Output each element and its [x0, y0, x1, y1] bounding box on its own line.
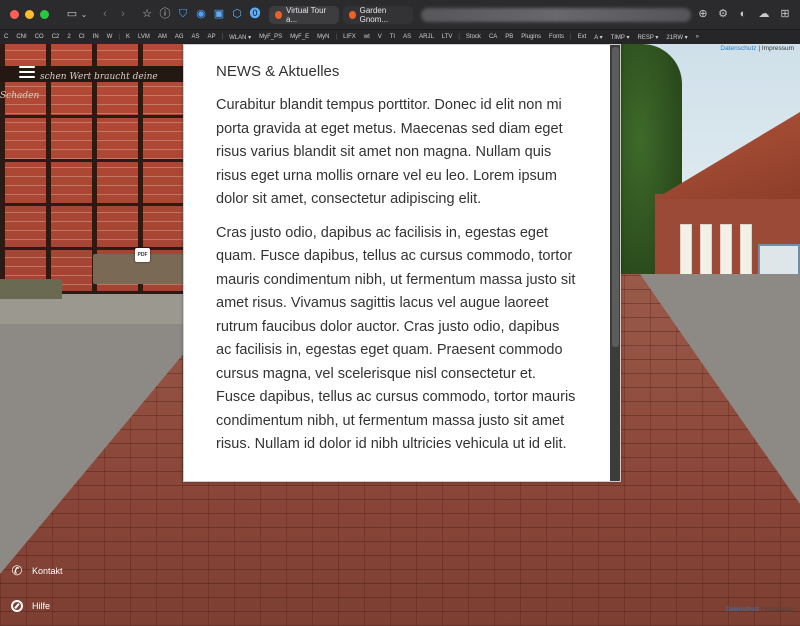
- compass-icon: [10, 599, 24, 613]
- fire-icon: [275, 10, 283, 19]
- window-controls: [10, 10, 49, 19]
- bookmark-item[interactable]: LTV: [438, 34, 457, 40]
- bookmark-item[interactable]: CO: [31, 34, 48, 40]
- impressum-link[interactable]: Impressum: [764, 607, 794, 613]
- chevron-down-icon[interactable]: ⌄: [79, 10, 89, 19]
- fire-icon: [349, 10, 356, 19]
- bookmark-item[interactable]: A ▾: [590, 34, 606, 41]
- news-title: NEWS & Aktuelles: [216, 63, 340, 80]
- bookmark-item[interactable]: C2: [48, 34, 64, 40]
- bookmark-item[interactable]: V: [374, 34, 386, 40]
- bookmark-item[interactable]: Stock: [462, 34, 485, 40]
- bookmark-item[interactable]: LIFX: [339, 34, 360, 40]
- browser-toolbar: ▭ ⌄ ‹ › ☆ ⓘ ⛉ ◉ ▣ ⬡ ⓿ Virtual Tour a... …: [0, 0, 800, 30]
- impressum-link[interactable]: Impressum: [762, 45, 794, 52]
- news-paragraph: Curabitur blandit tempus porttitor. Done…: [216, 97, 563, 207]
- bookmark-item[interactable]: Ext: [574, 34, 591, 40]
- bookmark-item[interactable]: TIMP ▾: [607, 34, 634, 41]
- tab-label: Virtual Tour a...: [286, 5, 327, 24]
- bookmark-item[interactable]: WLAN ▾: [225, 34, 255, 41]
- bookmark-item[interactable]: ARJL: [415, 34, 438, 40]
- bookmark-item[interactable]: MyF_E: [286, 34, 313, 40]
- kontakt-label: Kontakt: [32, 566, 63, 576]
- link-separator: |: [758, 45, 761, 52]
- bookmark-item[interactable]: MyF_PS: [255, 34, 286, 40]
- scrollbar-thumb[interactable]: [612, 47, 619, 347]
- bookmark-item[interactable]: AP: [204, 34, 220, 40]
- scrollbar[interactable]: [610, 45, 620, 481]
- bookmark-item[interactable]: »: [692, 34, 703, 40]
- pdf-label: PDF: [137, 252, 148, 258]
- pdf-icon[interactable]: PDF: [135, 248, 150, 262]
- bookmark-item[interactable]: 21RW ▾: [662, 34, 691, 41]
- kontakt-button[interactable]: ✆ Kontakt: [10, 563, 63, 578]
- top-legal-links: Datenschutz | Impressum: [720, 45, 794, 52]
- bookmark-item[interactable]: wt: [360, 34, 374, 40]
- bookmark-item[interactable]: LVM: [134, 34, 154, 40]
- bookmarks-bar: C CNI CO C2 2 CI IN W | K LVM AM AG AS AP | WLAN ▾ MyF_PS…: [0, 30, 800, 44]
- datenschutz-link[interactable]: Datenschutz: [726, 607, 759, 613]
- bottom-legal-links: Datenschutz | Impressum: [726, 607, 794, 613]
- address-bar[interactable]: [421, 7, 691, 22]
- hilfe-label: Hilfe: [32, 601, 51, 611]
- sidebar-toggle-icon[interactable]: ▭: [65, 9, 79, 20]
- phone-icon: ✆: [11, 563, 23, 578]
- bookmark-item[interactable]: 2: [63, 34, 74, 40]
- bookmark-item[interactable]: C: [0, 34, 12, 40]
- password-icon[interactable]: ⓿: [249, 9, 261, 20]
- close-window-button[interactable]: [10, 10, 19, 19]
- bookmark-item[interactable]: RESP ▾: [634, 34, 663, 41]
- grid-icon[interactable]: ⊞: [779, 9, 791, 20]
- extension-icon[interactable]: ▣: [213, 9, 225, 20]
- bookmark-item[interactable]: W: [103, 34, 117, 40]
- bookmark-item[interactable]: PB: [501, 34, 517, 40]
- camera-icon[interactable]: ◉: [195, 9, 207, 20]
- bookmark-item[interactable]: K: [122, 34, 134, 40]
- bookmark-item[interactable]: AM: [154, 34, 171, 40]
- info-icon[interactable]: ⓘ: [159, 9, 171, 20]
- gear-icon[interactable]: ⚙: [717, 9, 729, 20]
- bookmark-item[interactable]: AG: [171, 34, 188, 40]
- bookmark-item[interactable]: CA: [485, 34, 501, 40]
- download-icon[interactable]: ⊕: [697, 9, 709, 20]
- bookmark-item[interactable]: CNI: [12, 34, 30, 40]
- bookmark-item[interactable]: IN: [89, 34, 103, 40]
- link-separator: |: [761, 607, 763, 613]
- tab-virtual-tour[interactable]: Virtual Tour a...: [269, 5, 339, 24]
- star-icon[interactable]: ☆: [141, 9, 153, 20]
- news-body: Curabitur blandit tempus porttitor. Done…: [216, 94, 576, 467]
- zoom-window-button[interactable]: [40, 10, 49, 19]
- cloud-icon[interactable]: ☁: [757, 9, 771, 20]
- news-panel[interactable]: NEWS & Aktuelles Curabitur blandit tempu…: [183, 44, 621, 482]
- tab-garden-gnom[interactable]: Garden Gnom...: [343, 5, 413, 24]
- tab-label: Garden Gnom...: [359, 5, 389, 24]
- bookmark-item[interactable]: Plugins: [517, 34, 545, 40]
- bookmark-item[interactable]: CI: [75, 34, 89, 40]
- datenschutz-link[interactable]: Datenschutz: [720, 45, 756, 52]
- bookmark-item[interactable]: AS: [399, 34, 415, 40]
- hilfe-button[interactable]: Hilfe: [10, 599, 50, 613]
- bookmark-item[interactable]: TI: [386, 34, 399, 40]
- cube-icon[interactable]: ⬡: [231, 9, 243, 20]
- planter: [0, 279, 62, 299]
- back-icon[interactable]: ‹: [99, 9, 111, 20]
- shield-icon[interactable]: ⛉: [177, 9, 189, 20]
- contrast-icon[interactable]: ◐: [737, 9, 749, 20]
- news-paragraph: Cras justo odio, dapibus ac facilisis in…: [216, 224, 576, 453]
- bookmark-item[interactable]: MyN: [313, 34, 333, 40]
- bookmark-item[interactable]: Fonts: [545, 34, 568, 40]
- bookmark-item[interactable]: AS: [188, 34, 204, 40]
- hamburger-menu-icon[interactable]: [19, 66, 35, 78]
- minimize-window-button[interactable]: [25, 10, 34, 19]
- forward-icon[interactable]: ›: [117, 9, 129, 20]
